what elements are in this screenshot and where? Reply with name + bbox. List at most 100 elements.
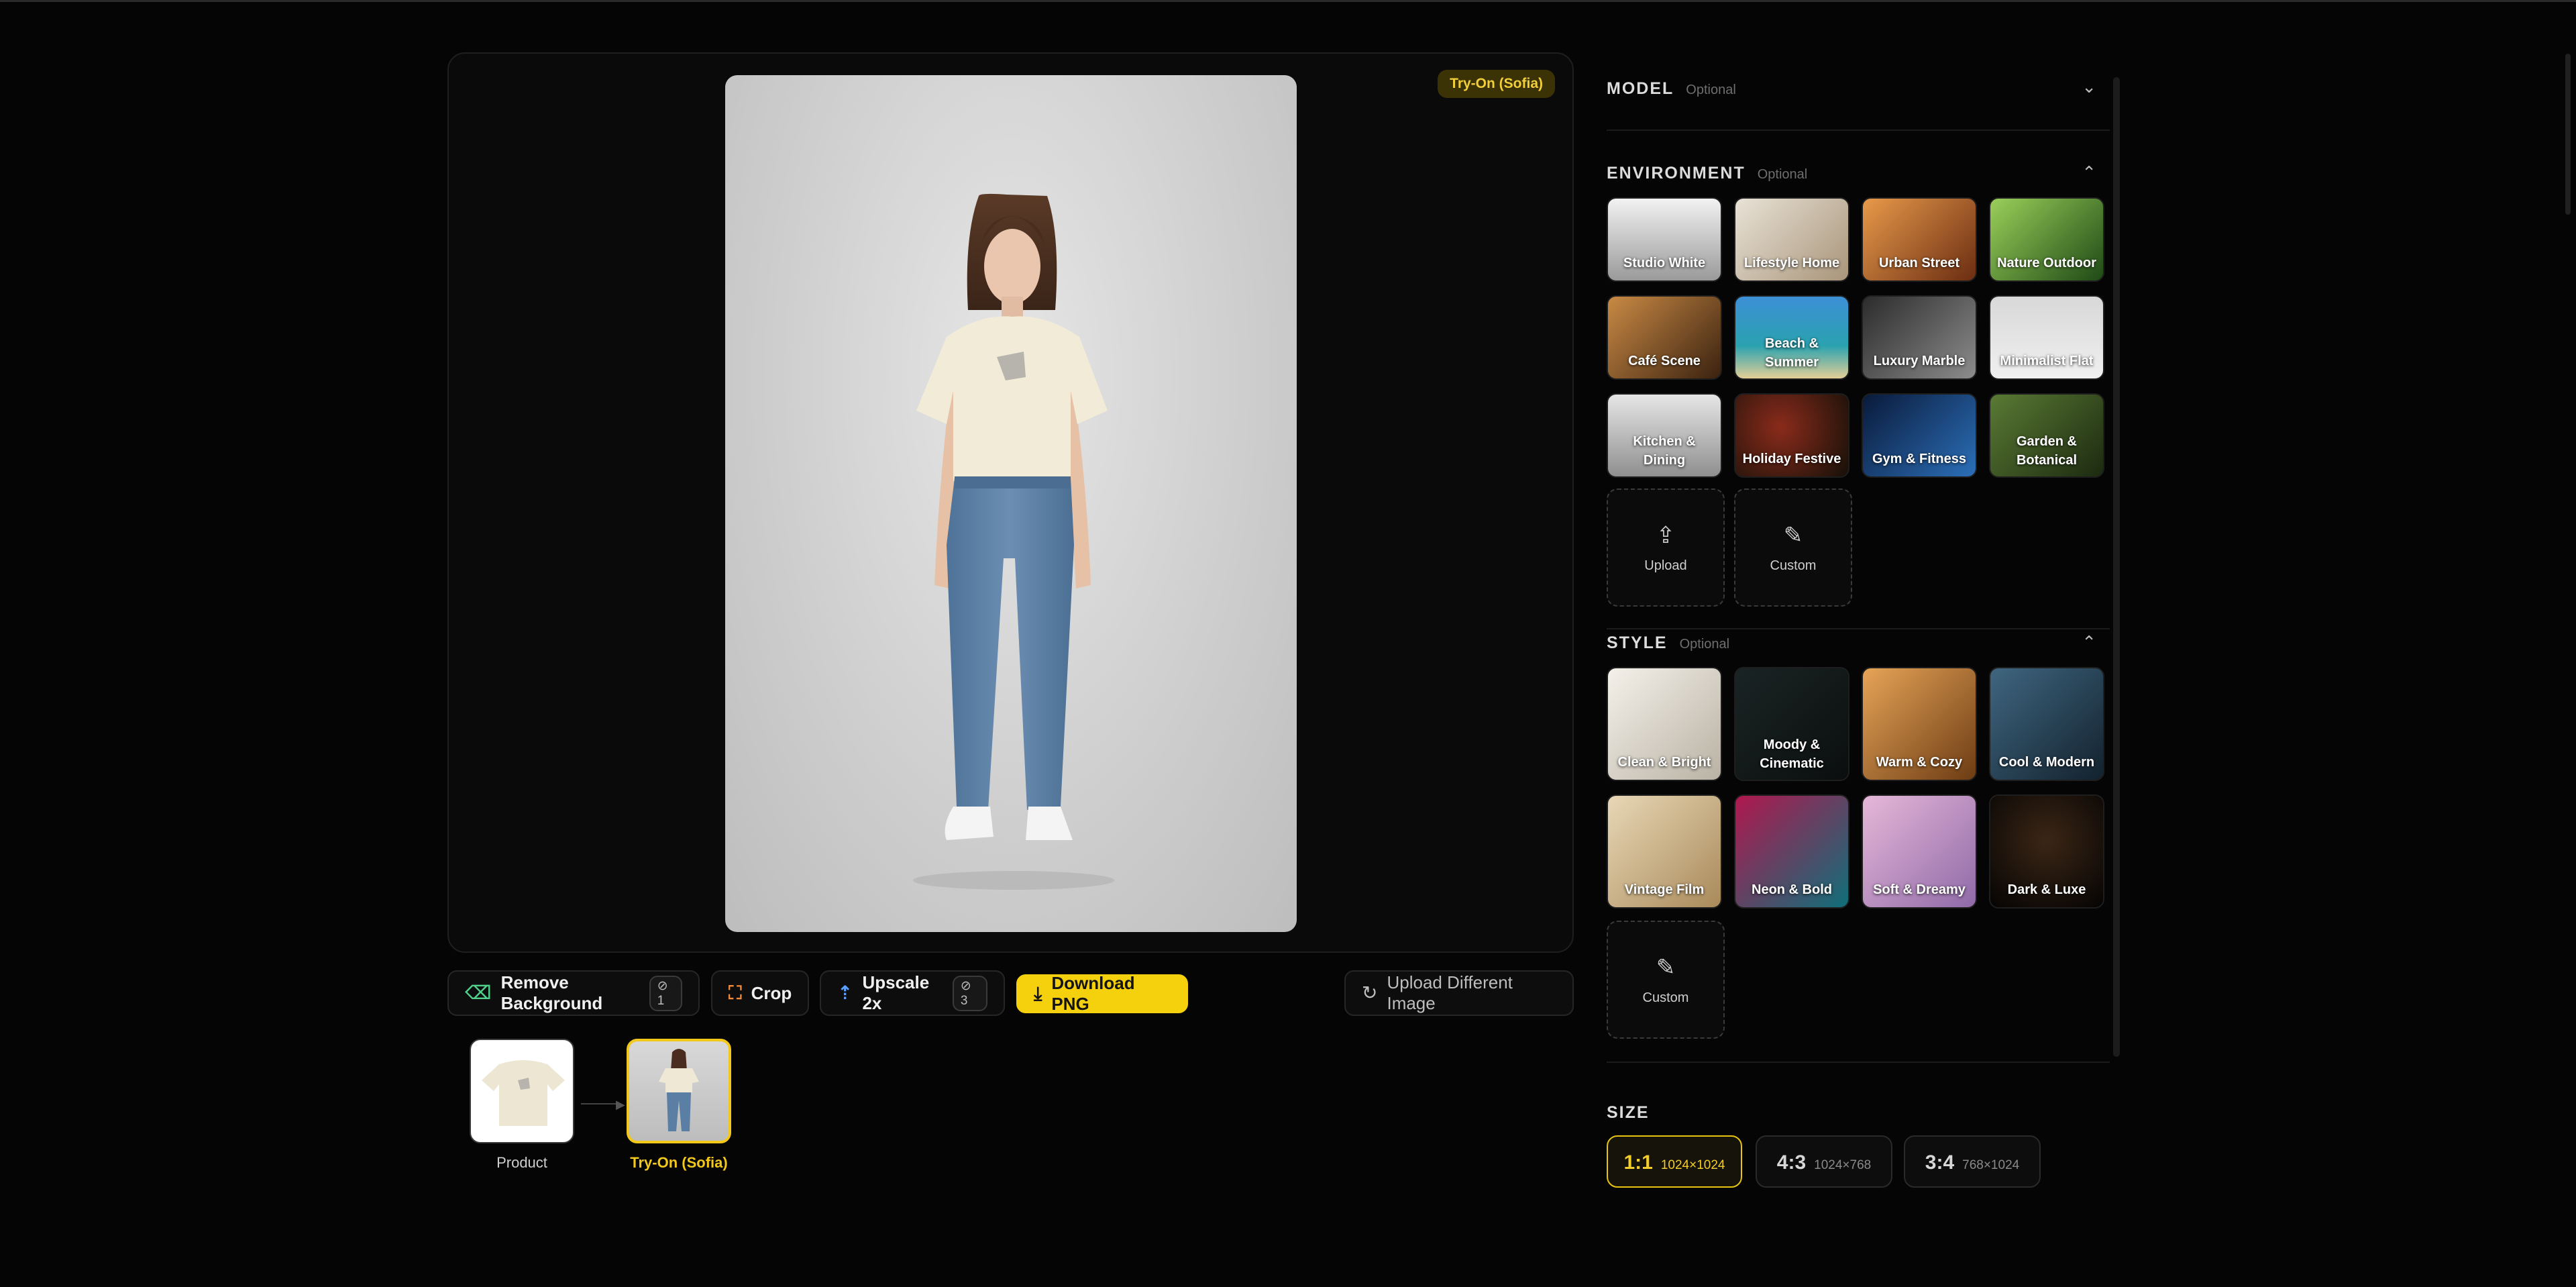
window-top-border	[0, 0, 2576, 2]
sidebar-scrollbar[interactable]	[2113, 77, 2120, 1057]
optional-label: Optional	[1757, 167, 1808, 182]
environment-cafe-scene[interactable]: Café Scene	[1607, 295, 1722, 380]
optional-label: Optional	[1679, 637, 1730, 652]
style-custom-button[interactable]: ✎ Custom	[1607, 921, 1725, 1039]
style-cool-modern[interactable]: Cool & Modern	[1989, 667, 2104, 781]
arrow-up-icon: ⇡	[837, 982, 853, 1003]
size-section-header: SIZE	[1607, 1103, 1650, 1123]
page-scrollbar[interactable]	[2565, 54, 2571, 215]
download-icon: ⤓	[1034, 983, 1042, 1004]
crop-button[interactable]: ⛶ Crop	[711, 970, 809, 1016]
environment-gym-fitness[interactable]: Gym & Fitness	[1862, 393, 1977, 478]
chevron-down-icon[interactable]: ⌄	[2082, 76, 2096, 97]
environment-section-header[interactable]: ENVIRONMENT Optional	[1607, 164, 1807, 183]
tile-label: Holiday Festive	[1742, 452, 1841, 466]
style-vintage-film[interactable]: Vintage Film	[1607, 794, 1722, 909]
custom-label: Custom	[1770, 558, 1817, 573]
refresh-icon: ↻	[1362, 982, 1378, 1003]
arrow-right-icon: ▶	[616, 1098, 625, 1111]
environment-minimalist-flat[interactable]: Minimalist Flat	[1989, 295, 2104, 380]
size-option-4-3[interactable]: 4:3 1024×768	[1756, 1135, 1892, 1188]
tile-label: Luxury Marble	[1873, 354, 1966, 368]
style-dark-luxe[interactable]: Dark & Luxe	[1989, 794, 2104, 909]
custom-label: Custom	[1642, 990, 1689, 1005]
credits-count: 3	[960, 993, 968, 1008]
history-label-tryon: Try-On (Sofia)	[630, 1154, 728, 1171]
tile-label: Vintage Film	[1624, 882, 1705, 897]
tile-label: Cool & Modern	[1998, 755, 2095, 770]
credits-count: 1	[657, 993, 665, 1008]
section-title: SIZE	[1607, 1103, 1650, 1122]
download-png-button[interactable]: ⤓ Download PNG	[1016, 973, 1188, 1014]
divider	[1607, 1062, 2110, 1063]
tile-label: Neon & Bold	[1752, 882, 1832, 897]
upload-icon: ⇪	[1656, 522, 1676, 548]
credits-badge: ⊘ 3	[952, 975, 987, 1011]
environment-nature-outdoor[interactable]: Nature Outdoor	[1989, 197, 2104, 282]
history-thumb-product[interactable]	[470, 1039, 574, 1143]
environment-upload-button[interactable]: ⇪ Upload	[1607, 488, 1725, 607]
style-soft-dreamy[interactable]: Soft & Dreamy	[1862, 794, 1977, 909]
eraser-icon: ⌫	[465, 982, 492, 1003]
optional-label: Optional	[1686, 83, 1736, 97]
remove-background-button[interactable]: ⌫ Remove Background ⊘ 1	[447, 970, 700, 1016]
remove-background-label: Remove Background	[500, 972, 603, 1013]
size-ratio: 3:4	[1925, 1151, 1955, 1174]
size-dims: 1024×1024	[1660, 1158, 1725, 1172]
version-badge: Try-On (Sofia)	[1438, 70, 1555, 98]
size-ratio: 4:3	[1776, 1151, 1807, 1174]
size-option-1-1[interactable]: 1:1 1024×1024	[1607, 1135, 1742, 1188]
upload-different-image-button[interactable]: ↻ Upload Different Image	[1344, 970, 1574, 1016]
size-dims: 1024×768	[1814, 1158, 1872, 1172]
tile-label: Clean & Bright	[1617, 755, 1711, 770]
model-thumbnail	[659, 1049, 699, 1131]
model-section-header[interactable]: MODEL Optional	[1607, 79, 1736, 99]
download-label: Download PNG	[1051, 973, 1135, 1014]
tile-label: Dark & Luxe	[2007, 882, 2086, 897]
environment-beach-summer[interactable]: Beach & Summer	[1734, 295, 1849, 380]
style-section-header[interactable]: STYLE Optional	[1607, 633, 1729, 653]
tile-label: Studio White	[1623, 256, 1706, 270]
tile-label: Minimalist Flat	[2000, 354, 2094, 368]
generated-image	[725, 75, 1297, 932]
tile-label: Kitchen & Dining	[1633, 434, 1696, 468]
environment-kitchen-dining[interactable]: Kitchen & Dining	[1607, 393, 1722, 478]
divider	[1607, 130, 2110, 131]
environment-luxury-marble[interactable]: Luxury Marble	[1862, 295, 1977, 380]
crop-label: Crop	[751, 982, 792, 1003]
environment-lifestyle-home[interactable]: Lifestyle Home	[1734, 197, 1849, 282]
settings-panel: MODEL Optional ⌄ ENVIRONMENT Optional ⌃ …	[1607, 52, 2110, 1287]
tshirt-thumbnail	[482, 1060, 565, 1126]
section-title: ENVIRONMENT	[1607, 164, 1746, 183]
tile-label: Beach & Summer	[1764, 336, 1819, 370]
history-thumb-tryon[interactable]	[627, 1039, 731, 1143]
pencil-icon: ✎	[1656, 954, 1676, 980]
pencil-icon: ✎	[1783, 522, 1803, 548]
size-dims: 768×1024	[1962, 1158, 2020, 1172]
upload-label: Upload	[1644, 558, 1687, 573]
tile-label: Café Scene	[1628, 354, 1701, 368]
style-clean-bright[interactable]: Clean & Bright	[1607, 667, 1722, 781]
upscale-button[interactable]: ⇡ Upscale 2x ⊘ 3	[820, 970, 1005, 1016]
tile-label: Warm & Cozy	[1876, 755, 1963, 770]
upscale-label: Upscale 2x	[862, 972, 930, 1013]
preview-panel: Try-On (Sofia)	[447, 52, 1574, 953]
style-moody-cinematic[interactable]: Moody & Cinematic	[1734, 667, 1849, 781]
chevron-up-icon[interactable]: ⌃	[2082, 632, 2096, 653]
environment-urban-street[interactable]: Urban Street	[1862, 197, 1977, 282]
environment-holiday-festive[interactable]: Holiday Festive	[1734, 393, 1849, 478]
style-warm-cozy[interactable]: Warm & Cozy	[1862, 667, 1977, 781]
style-neon-bold[interactable]: Neon & Bold	[1734, 794, 1849, 909]
section-title: MODEL	[1607, 79, 1674, 98]
size-option-3-4[interactable]: 3:4 768×1024	[1904, 1135, 2041, 1188]
tile-label: Moody & Cinematic	[1760, 737, 1824, 771]
history-arrow	[581, 1103, 621, 1104]
environment-studio-white[interactable]: Studio White	[1607, 197, 1722, 282]
tile-label: Urban Street	[1878, 256, 1960, 270]
tile-label: Gym & Fitness	[1872, 452, 1967, 466]
environment-custom-button[interactable]: ✎ Custom	[1734, 488, 1852, 607]
crop-icon: ⛶	[729, 982, 742, 1003]
chevron-up-icon[interactable]: ⌃	[2082, 162, 2096, 183]
environment-garden-botanical[interactable]: Garden & Botanical	[1989, 393, 2104, 478]
tile-label: Garden & Botanical	[2016, 434, 2078, 468]
